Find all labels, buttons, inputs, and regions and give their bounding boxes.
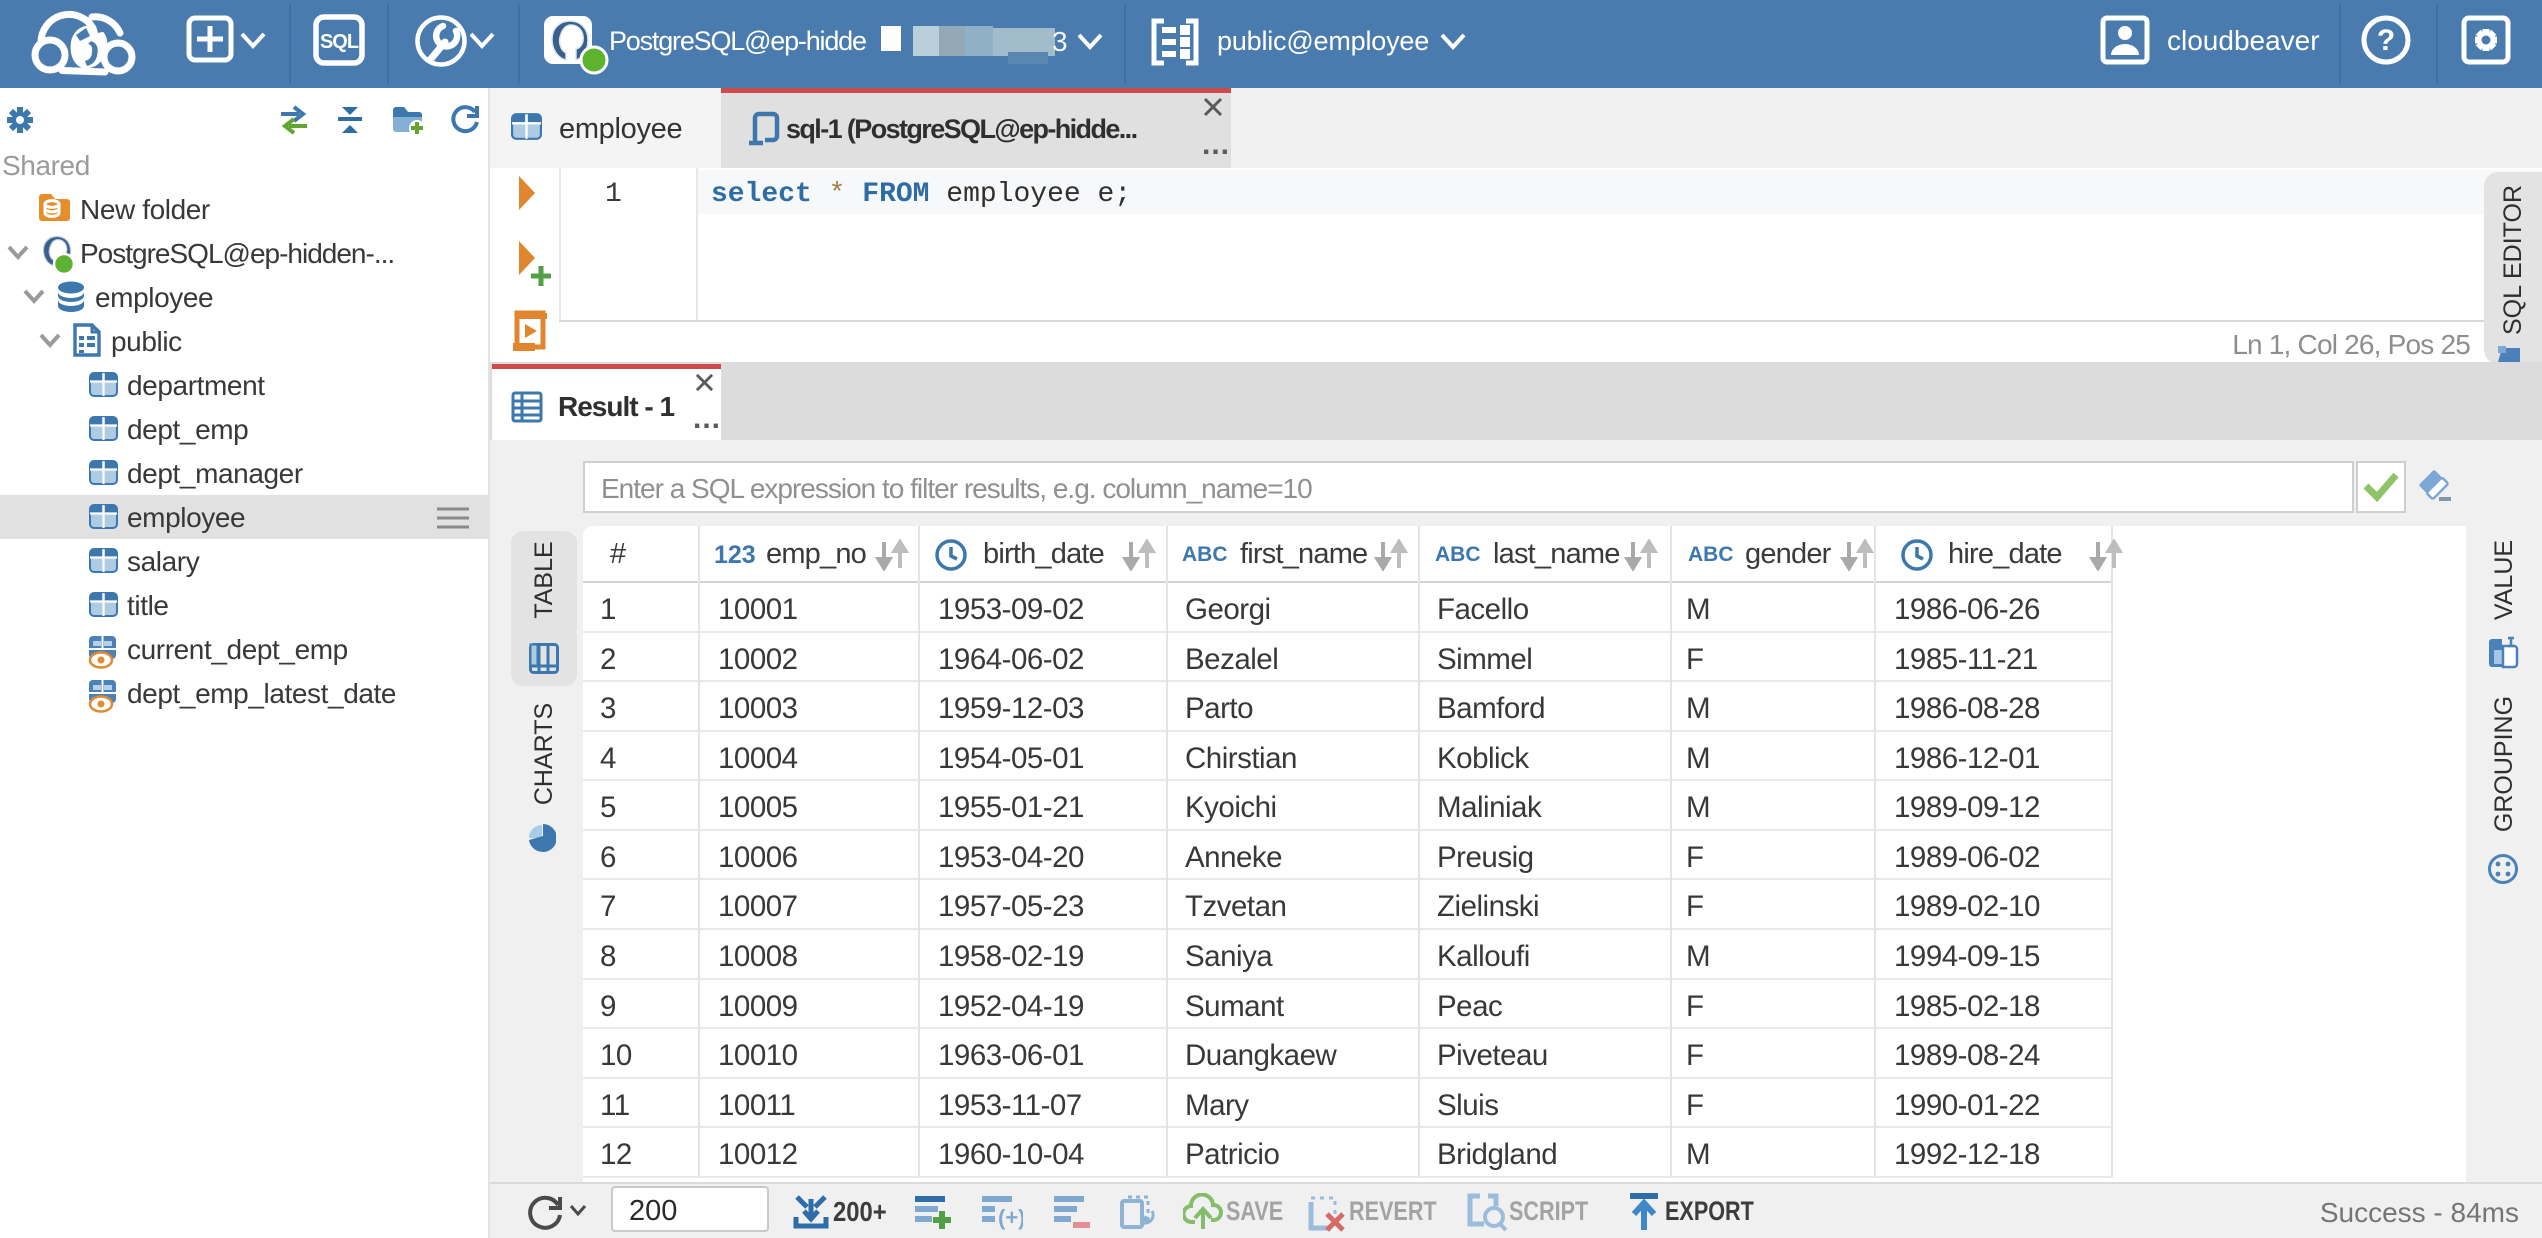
- svg-text:(+): (+): [998, 1205, 1023, 1230]
- svg-text:SQL: SQL: [320, 31, 359, 53]
- svg-text:?: ?: [2377, 24, 2395, 57]
